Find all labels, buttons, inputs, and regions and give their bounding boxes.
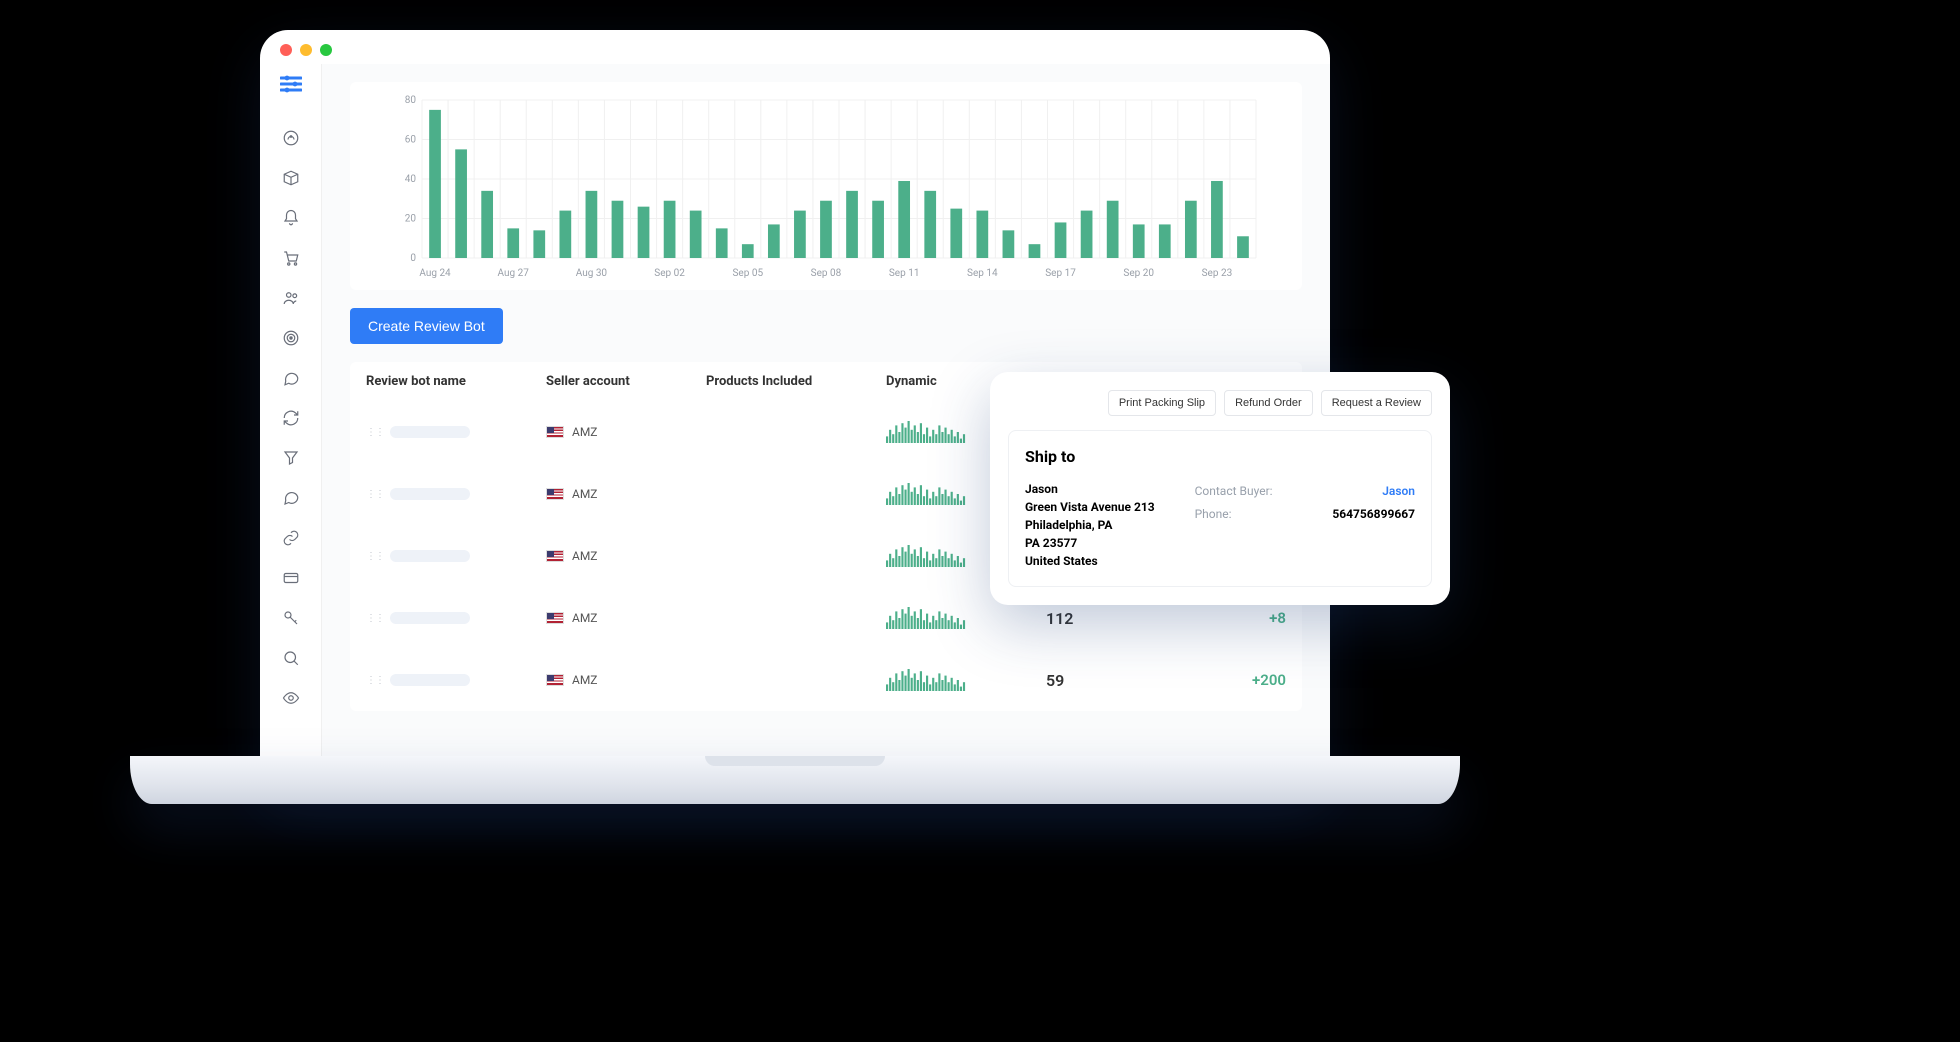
search-icon[interactable]	[281, 648, 301, 668]
svg-text:Sep 14: Sep 14	[967, 268, 998, 279]
close-icon[interactable]	[280, 44, 292, 56]
svg-text:Sep 05: Sep 05	[732, 268, 763, 279]
svg-text:Sep 11: Sep 11	[889, 268, 920, 279]
sparkline	[886, 417, 966, 443]
bell-icon[interactable]	[281, 208, 301, 228]
ship-address: Jason Green Vista Avenue 213 Philadelphi…	[1025, 480, 1155, 570]
print-packing-slip-button[interactable]: Print Packing Slip	[1108, 390, 1216, 416]
phone-value: 564756899667	[1332, 503, 1415, 526]
col-seller: Seller account	[546, 374, 706, 389]
drag-handle-icon[interactable]: ⋮⋮	[366, 427, 384, 438]
row-value: 112	[1046, 609, 1166, 628]
sparkline	[886, 541, 966, 567]
name-placeholder	[390, 612, 470, 624]
ship-to-card: Ship to Jason Green Vista Avenue 213 Phi…	[1008, 430, 1432, 587]
row-delta: +200	[1166, 671, 1286, 689]
sparkline	[886, 479, 966, 505]
svg-text:80: 80	[405, 95, 417, 106]
chat-icon[interactable]	[281, 368, 301, 388]
ship-contact: Contact Buyer: Jason Phone: 564756899667	[1195, 480, 1415, 570]
seller-account: AMZ	[572, 487, 598, 501]
us-flag-icon	[546, 612, 564, 624]
card-icon[interactable]	[281, 568, 301, 588]
ship-zip: PA 23577	[1025, 534, 1155, 552]
svg-text:Aug 24: Aug 24	[419, 268, 451, 279]
laptop-base	[130, 756, 1460, 804]
maximize-icon[interactable]	[320, 44, 332, 56]
seller-account: AMZ	[572, 549, 598, 563]
row-value: 59	[1046, 671, 1166, 690]
box-icon[interactable]	[281, 168, 301, 188]
order-popup: Print Packing Slip Refund Order Request …	[990, 372, 1450, 605]
seller-account: AMZ	[572, 673, 598, 687]
phone-label: Phone:	[1195, 503, 1232, 526]
us-flag-icon	[546, 426, 564, 438]
popup-actions: Print Packing Slip Refund Order Request …	[1008, 390, 1432, 416]
contact-buyer-label: Contact Buyer:	[1195, 480, 1273, 503]
users-icon[interactable]	[281, 288, 301, 308]
ship-to-title: Ship to	[1025, 447, 1415, 466]
drag-handle-icon[interactable]: ⋮⋮	[366, 675, 384, 686]
eye-icon[interactable]	[281, 688, 301, 708]
key-icon[interactable]	[281, 608, 301, 628]
funnel-icon[interactable]	[281, 448, 301, 468]
table-row[interactable]: ⋮⋮ AMZ 59+200	[350, 649, 1302, 711]
name-placeholder	[390, 488, 470, 500]
svg-text:40: 40	[405, 174, 417, 185]
svg-text:Sep 23: Sep 23	[1202, 268, 1233, 279]
row-delta: +8	[1166, 609, 1286, 627]
drag-handle-icon[interactable]: ⋮⋮	[366, 551, 384, 562]
svg-text:Sep 20: Sep 20	[1123, 268, 1154, 279]
ship-city: Philadelphia, PA	[1025, 516, 1155, 534]
bar-chart: 0 20 40 60 80 Aug 24 Aug 27 Aug 30 Sep 02 Sep 05 S…	[360, 92, 1292, 282]
col-products: Products Included	[706, 374, 886, 389]
name-placeholder	[390, 674, 470, 686]
minimize-icon[interactable]	[300, 44, 312, 56]
svg-text:20: 20	[405, 214, 417, 225]
sparkline	[886, 665, 966, 691]
drag-handle-icon[interactable]: ⋮⋮	[366, 613, 384, 624]
cart-icon[interactable]	[281, 248, 301, 268]
target-icon[interactable]	[281, 328, 301, 348]
contact-buyer-link[interactable]: Jason	[1382, 480, 1415, 503]
ship-country: United States	[1025, 552, 1155, 570]
message-icon[interactable]	[281, 488, 301, 508]
svg-text:Sep 17: Sep 17	[1045, 268, 1076, 279]
svg-text:Aug 30: Aug 30	[576, 268, 608, 279]
svg-text:Sep 02: Sep 02	[654, 268, 685, 279]
create-review-bot-button[interactable]: Create Review Bot	[350, 308, 503, 344]
us-flag-icon	[546, 488, 564, 500]
refund-order-button[interactable]: Refund Order	[1224, 390, 1313, 416]
request-review-button[interactable]: Request a Review	[1321, 390, 1432, 416]
ship-name: Jason	[1025, 480, 1155, 498]
seller-account: AMZ	[572, 425, 598, 439]
link-icon[interactable]	[281, 528, 301, 548]
svg-text:0: 0	[410, 253, 416, 264]
name-placeholder	[390, 426, 470, 438]
app-logo-icon	[280, 74, 302, 98]
window-controls	[260, 30, 1330, 64]
sidebar	[260, 64, 322, 784]
dashboard-icon[interactable]	[281, 128, 301, 148]
svg-text:Aug 27: Aug 27	[498, 268, 530, 279]
us-flag-icon	[546, 550, 564, 562]
sparkline	[886, 603, 966, 629]
us-flag-icon	[546, 674, 564, 686]
svg-text:Sep 08: Sep 08	[811, 268, 842, 279]
svg-text:60: 60	[405, 135, 417, 146]
seller-account: AMZ	[572, 611, 598, 625]
chart-card: 0 20 40 60 80 Aug 24 Aug 27 Aug 30 Sep 02 Sep 05 S…	[350, 82, 1302, 290]
name-placeholder	[390, 550, 470, 562]
drag-handle-icon[interactable]: ⋮⋮	[366, 489, 384, 500]
refresh-icon[interactable]	[281, 408, 301, 428]
col-name: Review bot name	[366, 374, 546, 389]
ship-street: Green Vista Avenue 213	[1025, 498, 1155, 516]
